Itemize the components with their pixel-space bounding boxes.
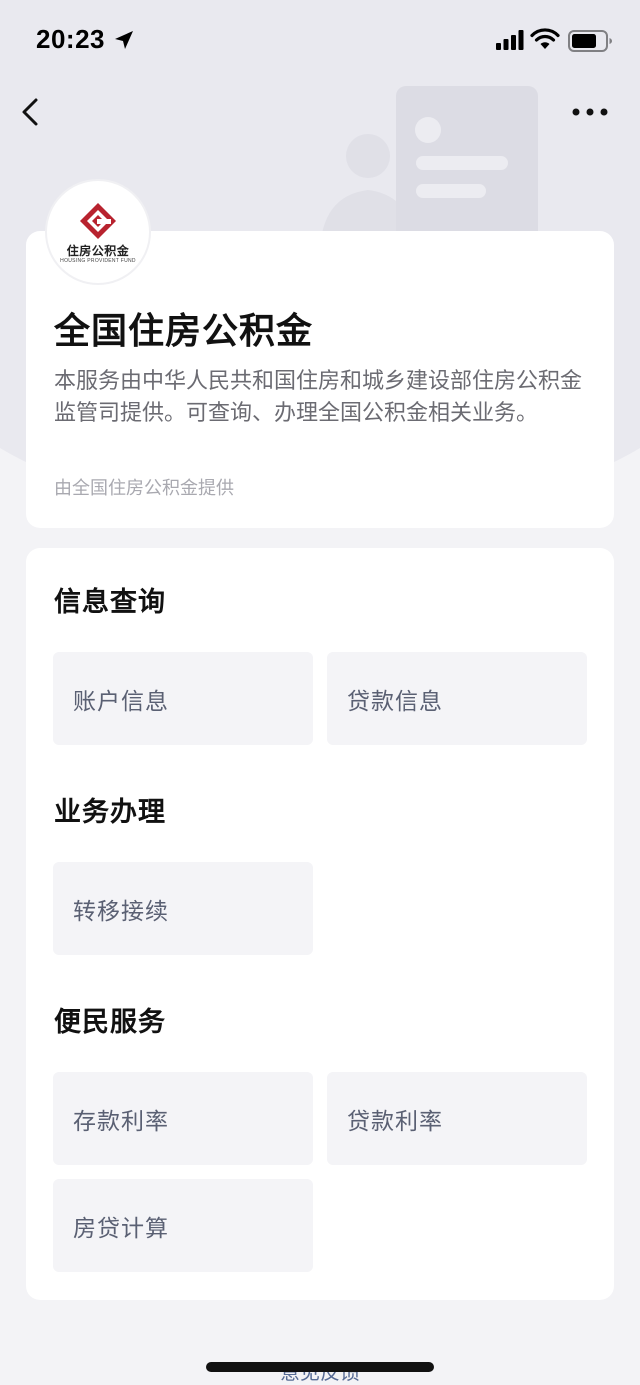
tile-loan-rate[interactable]: 贷款利率	[327, 1072, 587, 1165]
cellular-signal-icon	[496, 30, 524, 50]
logo-text-cn: 住房公积金	[66, 244, 130, 258]
battery-icon	[568, 30, 612, 52]
service-title: 全国住房公积金	[54, 311, 314, 352]
service-provider: 由全国住房公积金提供	[54, 478, 234, 499]
section-title-business: 业务办理	[54, 797, 166, 828]
tile-label: 账户信息	[73, 689, 169, 715]
tile-deposit-rate[interactable]: 存款利率	[53, 1072, 313, 1165]
wifi-icon	[530, 28, 560, 49]
tile-label: 存款利率	[73, 1109, 169, 1135]
status-bar: 20:23	[0, 0, 640, 82]
tile-label: 转移接续	[73, 899, 169, 925]
section-title-convenience: 便民服务	[54, 1007, 166, 1038]
status-time: 20:23	[36, 24, 105, 54]
back-button[interactable]	[14, 94, 50, 130]
location-arrow-icon	[115, 31, 133, 49]
section-title-info-query: 信息查询	[54, 587, 166, 618]
home-indicator	[206, 1362, 434, 1372]
housing-fund-logo-icon	[80, 203, 116, 239]
more-options-button[interactable]	[568, 100, 612, 124]
tile-account-info[interactable]: 账户信息	[53, 652, 313, 745]
tile-label: 贷款信息	[347, 689, 443, 715]
tile-mortgage-calculator[interactable]: 房贷计算	[53, 1179, 313, 1272]
tile-transfer[interactable]: 转移接续	[53, 862, 313, 955]
tile-label: 房贷计算	[73, 1216, 169, 1242]
tile-loan-info[interactable]: 贷款信息	[327, 652, 587, 745]
screen: 20:23 住房公积金 HOUSING PROVIDENT FUND 全国住房公…	[0, 0, 640, 1385]
service-description: 本服务由中华人民共和国住房和城乡建设部住房公积金监管司提供。可查询、办理全国公积…	[54, 369, 583, 426]
tile-label: 贷款利率	[347, 1109, 443, 1135]
service-logo: 住房公积金 HOUSING PROVIDENT FUND	[47, 181, 149, 283]
logo-text-en: HOUSING PROVIDENT FUND	[60, 258, 136, 264]
